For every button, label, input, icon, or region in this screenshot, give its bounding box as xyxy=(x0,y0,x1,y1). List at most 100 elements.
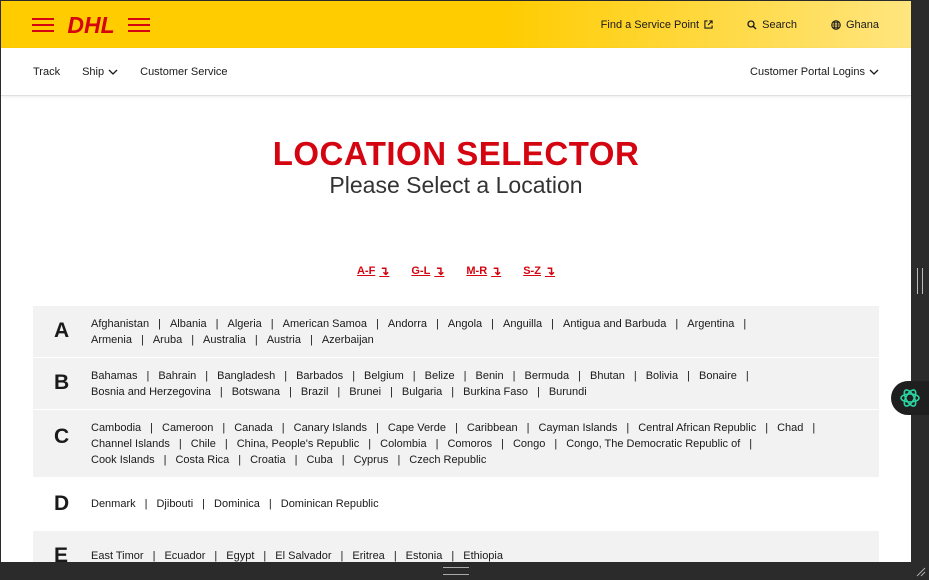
country-link[interactable]: Andorra xyxy=(388,318,427,330)
country-link[interactable]: Australia xyxy=(203,334,246,346)
country-row: Armenia | Aruba | Australia | Austria | Azerbaij… xyxy=(91,332,869,348)
country-link[interactable]: Croatia xyxy=(250,454,285,466)
country-link[interactable]: Ecuador xyxy=(164,550,205,562)
country-link[interactable]: China, People's Republic xyxy=(237,438,360,450)
country-link[interactable]: Dominican Republic xyxy=(281,498,379,510)
arrow-down-icon: ↴ xyxy=(491,264,502,278)
country-link[interactable]: Armenia xyxy=(91,334,132,346)
country-link[interactable]: Cameroon xyxy=(162,422,213,434)
country-link[interactable]: Canada xyxy=(234,422,273,434)
country-link[interactable]: Aruba xyxy=(153,334,182,346)
separator: | xyxy=(451,386,455,398)
country-link[interactable]: Caribbean xyxy=(467,422,518,434)
country-link[interactable]: Algeria xyxy=(228,318,262,330)
country-link[interactable]: Brazil xyxy=(301,386,329,398)
country-link[interactable]: Egypt xyxy=(226,550,254,562)
country-link[interactable]: Cambodia xyxy=(91,422,141,434)
country-link[interactable]: Bonaire xyxy=(699,370,737,382)
country-link[interactable]: Bahamas xyxy=(91,370,137,382)
dhl-logo[interactable]: DHL xyxy=(32,13,150,37)
resize-corner-icon[interactable] xyxy=(914,565,926,577)
search-button[interactable]: Search xyxy=(747,19,797,31)
alpha-link-m-r[interactable]: M-R ↴ xyxy=(466,264,501,278)
separator: | xyxy=(214,550,218,562)
country-link[interactable]: Barbados xyxy=(296,370,343,382)
drag-grip[interactable] xyxy=(443,567,469,575)
separator: | xyxy=(765,422,769,434)
country-link[interactable]: Djibouti xyxy=(156,498,193,510)
country-link[interactable]: Bahrain xyxy=(158,370,196,382)
country-link[interactable]: Chile xyxy=(191,438,216,450)
separator: | xyxy=(512,370,516,382)
nav-track[interactable]: Track xyxy=(33,66,60,78)
country-link[interactable]: Bulgaria xyxy=(402,386,442,398)
country-link[interactable]: Bangladesh xyxy=(217,370,275,382)
country-link[interactable]: Bhutan xyxy=(590,370,625,382)
country-link[interactable]: Denmark xyxy=(91,498,136,510)
ai-assistant-button[interactable] xyxy=(891,381,929,415)
country-link[interactable]: Afghanistan xyxy=(91,318,149,330)
country-link[interactable]: Austria xyxy=(267,334,301,346)
country-link[interactable]: Brunei xyxy=(349,386,381,398)
separator: | xyxy=(263,550,267,562)
separator: | xyxy=(270,318,274,330)
country-link[interactable]: Channel Islands xyxy=(91,438,170,450)
alpha-link-label: G-L xyxy=(411,265,431,277)
country-link[interactable]: Dominica xyxy=(214,498,260,510)
country-link[interactable]: Albania xyxy=(170,318,207,330)
separator: | xyxy=(254,334,258,346)
country-link[interactable]: Congo xyxy=(513,438,545,450)
sidebar-resize-handle[interactable] xyxy=(917,268,923,294)
country-link[interactable]: Congo, The Democratic Republic of xyxy=(566,438,740,450)
country-link[interactable]: Cape Verde xyxy=(388,422,446,434)
chevron-down-icon xyxy=(869,69,879,75)
country-link[interactable]: Azerbaijan xyxy=(322,334,374,346)
separator: | xyxy=(551,318,554,330)
country-link[interactable]: Angola xyxy=(448,318,482,330)
country-link[interactable]: Bosnia and Herzegovina xyxy=(91,386,211,398)
country-link[interactable]: East Timor xyxy=(91,550,144,562)
country-link[interactable]: Belize xyxy=(425,370,455,382)
country-link[interactable]: Anguilla xyxy=(503,318,542,330)
alpha-link-a-f[interactable]: A-F ↴ xyxy=(357,264,389,278)
arrow-down-icon: ↴ xyxy=(544,264,556,278)
country-link[interactable]: Canary Islands xyxy=(294,422,367,434)
country-link[interactable]: Bermuda xyxy=(524,370,569,382)
nav-ship[interactable]: Ship xyxy=(82,66,118,78)
country-link[interactable]: Cook Islands xyxy=(91,454,155,466)
country-link[interactable]: El Salvador xyxy=(275,550,331,562)
country-link[interactable]: Ethiopia xyxy=(463,550,503,562)
country-link[interactable]: Belgium xyxy=(364,370,404,382)
country-link[interactable]: Estonia xyxy=(406,550,443,562)
country-link[interactable]: Comoros xyxy=(447,438,492,450)
separator: | xyxy=(146,370,150,382)
country-link[interactable]: Chad xyxy=(777,422,803,434)
country-link[interactable]: Argentina xyxy=(687,318,734,330)
country-link[interactable]: Central African Republic xyxy=(638,422,756,434)
country-link[interactable]: Cyprus xyxy=(354,454,389,466)
country-link[interactable]: Costa Rica xyxy=(175,454,229,466)
arrow-down-icon: ↴ xyxy=(379,264,390,278)
separator: | xyxy=(238,454,242,466)
nav-customer-service[interactable]: Customer Service xyxy=(140,66,227,78)
country-link[interactable]: Antigua and Barbuda xyxy=(563,318,666,330)
country-link[interactable]: Cuba xyxy=(306,454,332,466)
country-link[interactable]: Burkina Faso xyxy=(463,386,528,398)
country-link[interactable]: Botswana xyxy=(232,386,280,398)
alpha-link-g-l[interactable]: G-L ↴ xyxy=(411,264,444,278)
country-link[interactable]: Eritrea xyxy=(352,550,384,562)
find-service-point-link[interactable]: Find a Service Point xyxy=(601,19,713,31)
nav-customer-portal-logins[interactable]: Customer Portal Logins xyxy=(750,48,879,95)
separator: | xyxy=(284,370,288,382)
alpha-link-s-z[interactable]: S-Z ↴ xyxy=(523,264,555,278)
separator: | xyxy=(337,386,341,398)
country-link[interactable]: Bolivia xyxy=(646,370,678,382)
country-link[interactable]: Colombia xyxy=(380,438,426,450)
country-selector[interactable]: Ghana xyxy=(831,19,879,31)
country-link[interactable]: Cayman Islands xyxy=(538,422,617,434)
letter-group-b: B Bahamas | Bahrain | Bangladesh | Barbados | Be… xyxy=(33,358,879,409)
country-link[interactable]: Czech Republic xyxy=(409,454,486,466)
country-link[interactable]: Burundi xyxy=(549,386,587,398)
country-link[interactable]: Benin xyxy=(475,370,503,382)
country-link[interactable]: American Samoa xyxy=(283,318,367,330)
